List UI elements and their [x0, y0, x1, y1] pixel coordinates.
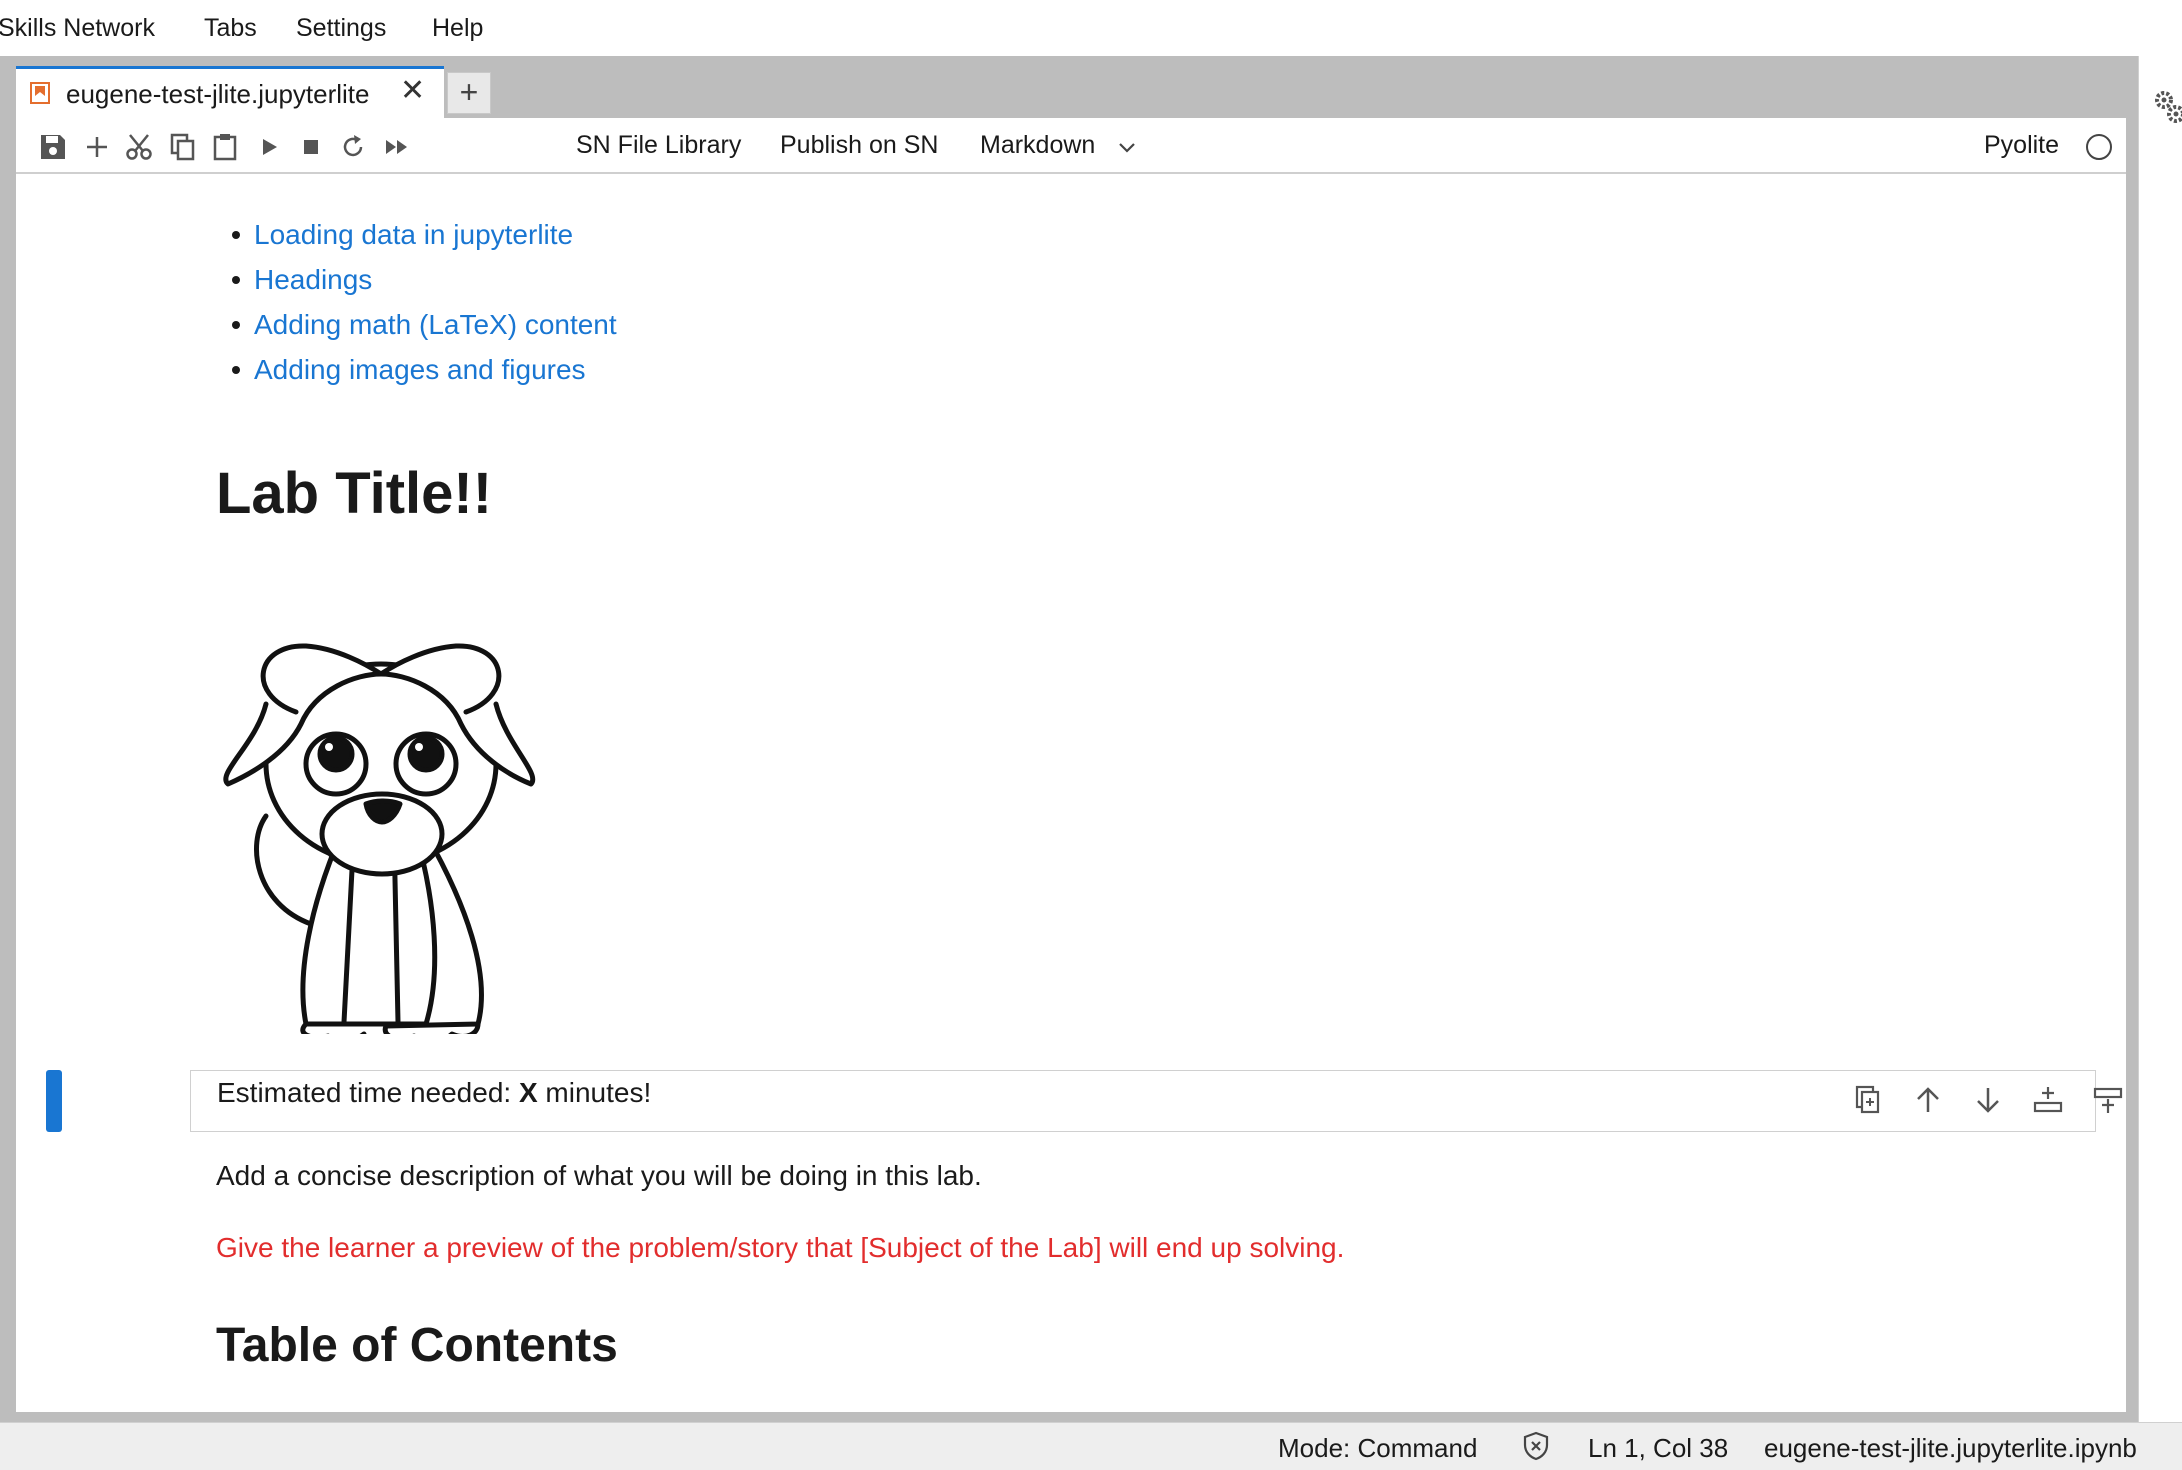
est-bold: X: [518, 1077, 538, 1108]
tab-label: eugene-test-jlite.jupyterlite: [66, 79, 370, 109]
close-tab-icon[interactable]: ✕: [400, 73, 425, 108]
right-sidebar: [2138, 56, 2182, 1422]
cell-type-select[interactable]: Markdown: [980, 131, 1095, 160]
toc-link-images[interactable]: Adding images and figures: [254, 354, 586, 385]
list-item: Adding math (LaTeX) content: [216, 302, 617, 347]
active-cell-indicator[interactable]: [46, 1070, 62, 1132]
sn-file-library-button[interactable]: SN File Library: [576, 131, 741, 160]
insert-below-icon[interactable]: [2031, 1083, 2065, 1117]
tab-notebook[interactable]: eugene-test-jlite.jupyterlite ✕: [16, 66, 444, 118]
notebook-panel: SN File Library Publish on SN Markdown P…: [16, 118, 2126, 1412]
move-down-icon[interactable]: [1971, 1083, 2005, 1117]
restart-icon[interactable]: [338, 132, 368, 162]
property-inspector-icon[interactable]: [2152, 88, 2182, 128]
stop-icon[interactable]: [296, 132, 326, 162]
lab-title: Lab Title!!: [216, 461, 493, 526]
shield-icon[interactable]: [1522, 1431, 1550, 1461]
menu-skills-network[interactable]: Skills Network: [0, 14, 155, 43]
menu-tabs[interactable]: Tabs: [204, 14, 257, 43]
lab-preview-text: Give the learner a preview of the proble…: [216, 1232, 1345, 1263]
paste-icon[interactable]: [210, 132, 240, 162]
kernel-status-icon: [2086, 134, 2112, 160]
notebook-content[interactable]: ​ Loading data in jupyterlite Headings A…: [16, 174, 2126, 1412]
status-bar: Mode: Command Ln 1, Col 38 eugene-test-j…: [0, 1422, 2182, 1470]
estimated-time-text: Estimated time needed: X minutes!: [217, 1077, 651, 1109]
toc-link-loading-data[interactable]: Loading data in jupyterlite: [254, 219, 573, 250]
duplicate-icon[interactable]: [1851, 1083, 1885, 1117]
publish-on-sn-button[interactable]: Publish on SN: [780, 131, 938, 160]
puppy-illustration: [223, 643, 536, 1034]
fast-forward-icon[interactable]: [382, 132, 412, 162]
est-prefix: Estimated time needed:: [217, 1077, 519, 1108]
est-suffix: minutes!: [537, 1077, 652, 1108]
save-icon[interactable]: [38, 132, 68, 162]
copy-icon[interactable]: [168, 132, 198, 162]
toc-link-headings[interactable]: Headings: [254, 264, 372, 295]
list-item: Adding images and figures: [216, 347, 617, 392]
status-cursor-position[interactable]: Ln 1, Col 38: [1588, 1433, 1728, 1464]
notebook-toolbar: SN File Library Publish on SN Markdown P…: [16, 118, 2126, 174]
menu-bar: Skills Network Tabs Settings Help: [0, 0, 2182, 56]
menu-settings[interactable]: Settings: [296, 14, 386, 43]
toc-heading: Table of Contents: [216, 1319, 618, 1372]
move-up-icon[interactable]: [1911, 1083, 1945, 1117]
new-tab-button[interactable]: +: [447, 72, 491, 114]
lab-description: Add a concise description of what you wi…: [216, 1160, 982, 1191]
run-icon[interactable]: [254, 132, 284, 162]
chevron-down-icon[interactable]: [1114, 134, 1140, 160]
insert-above-icon[interactable]: [2091, 1083, 2125, 1117]
add-cell-icon[interactable]: [82, 132, 112, 162]
cut-icon[interactable]: [124, 132, 154, 162]
kernel-name[interactable]: Pyolite: [1984, 131, 2059, 160]
status-filename: eugene-test-jlite.jupyterlite.ipynb: [1764, 1433, 2137, 1463]
status-mode[interactable]: Mode: Command: [1278, 1433, 1477, 1464]
list-item: Headings: [216, 257, 617, 302]
list-item: Loading data in jupyterlite: [216, 212, 617, 257]
toc-list: Loading data in jupyterlite Headings Add…: [216, 212, 617, 392]
menu-help[interactable]: Help: [432, 14, 483, 43]
markdown-cell[interactable]: Estimated time needed: X minutes!: [190, 1070, 2123, 1132]
toc-link-math[interactable]: Adding math (LaTeX) content: [254, 309, 617, 340]
notebook-icon: [30, 82, 50, 104]
